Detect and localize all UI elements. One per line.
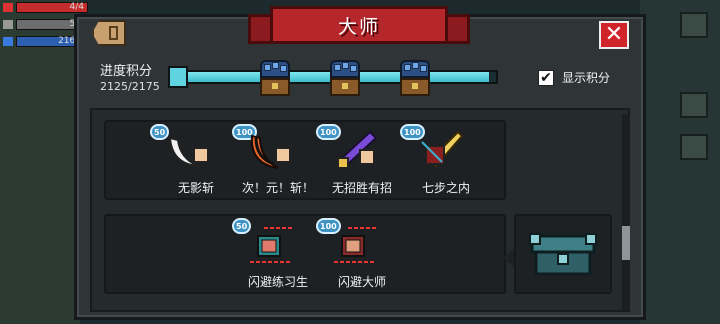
- show-score-checkbox[interactable]: ✔: [538, 69, 554, 86]
- reward-chest-icon[interactable]: [398, 60, 432, 98]
- show-score-label: 显示积分: [562, 71, 611, 85]
- skill-card[interactable]: 100 闪避大师: [316, 218, 408, 290]
- golden-blade-icon: [421, 130, 464, 168]
- shop-cart-button[interactable]: [680, 92, 708, 118]
- check-icon: ✔: [540, 69, 552, 86]
- locked-chest-icon[interactable]: [528, 232, 598, 278]
- progress-start-knob: [168, 66, 188, 88]
- scrollbar[interactable]: [622, 114, 630, 310]
- close-button[interactable]: ✕: [599, 21, 629, 49]
- dodge-master-icon: [334, 227, 376, 263]
- inventory-button[interactable]: [680, 134, 708, 160]
- progress-value: 2125/2175: [100, 80, 160, 93]
- fire-crescent-slash-icon: [250, 134, 291, 169]
- reward-chest-icon[interactable]: [328, 60, 362, 98]
- shield-icon: [3, 20, 13, 29]
- energy-icon: [3, 37, 13, 46]
- dodge-apprentice-icon: [250, 227, 292, 263]
- title-banner: 大师: [270, 6, 448, 44]
- background-scene-left: [0, 0, 80, 324]
- scrollbar-thumb[interactable]: [622, 226, 630, 260]
- progress-label: 进度积分: [100, 64, 153, 79]
- show-score-toggle[interactable]: ✔ 显示积分: [538, 69, 610, 86]
- page-title: 大师: [337, 15, 380, 38]
- skill-card[interactable]: 100 七步之内: [400, 124, 492, 196]
- heart-icon: [3, 3, 13, 12]
- background-scene-right: [640, 0, 720, 324]
- close-icon: ✕: [604, 22, 624, 47]
- hp-text: 4/4: [69, 2, 84, 12]
- pause-button[interactable]: [680, 12, 708, 38]
- skill-name: 闪避大师: [337, 275, 386, 289]
- purple-sword-icon: [337, 130, 378, 169]
- exit-door-icon: [109, 26, 118, 40]
- reward-chest-icon[interactable]: [258, 60, 292, 98]
- skill-name: 七步之内: [421, 181, 470, 195]
- game-screen: 4/4 5/5 216/2 大师 ✕ 进度积分 2125/2175: [0, 0, 720, 324]
- white-crescent-slash-icon: [168, 136, 209, 167]
- hp-bar: 4/4: [16, 2, 88, 13]
